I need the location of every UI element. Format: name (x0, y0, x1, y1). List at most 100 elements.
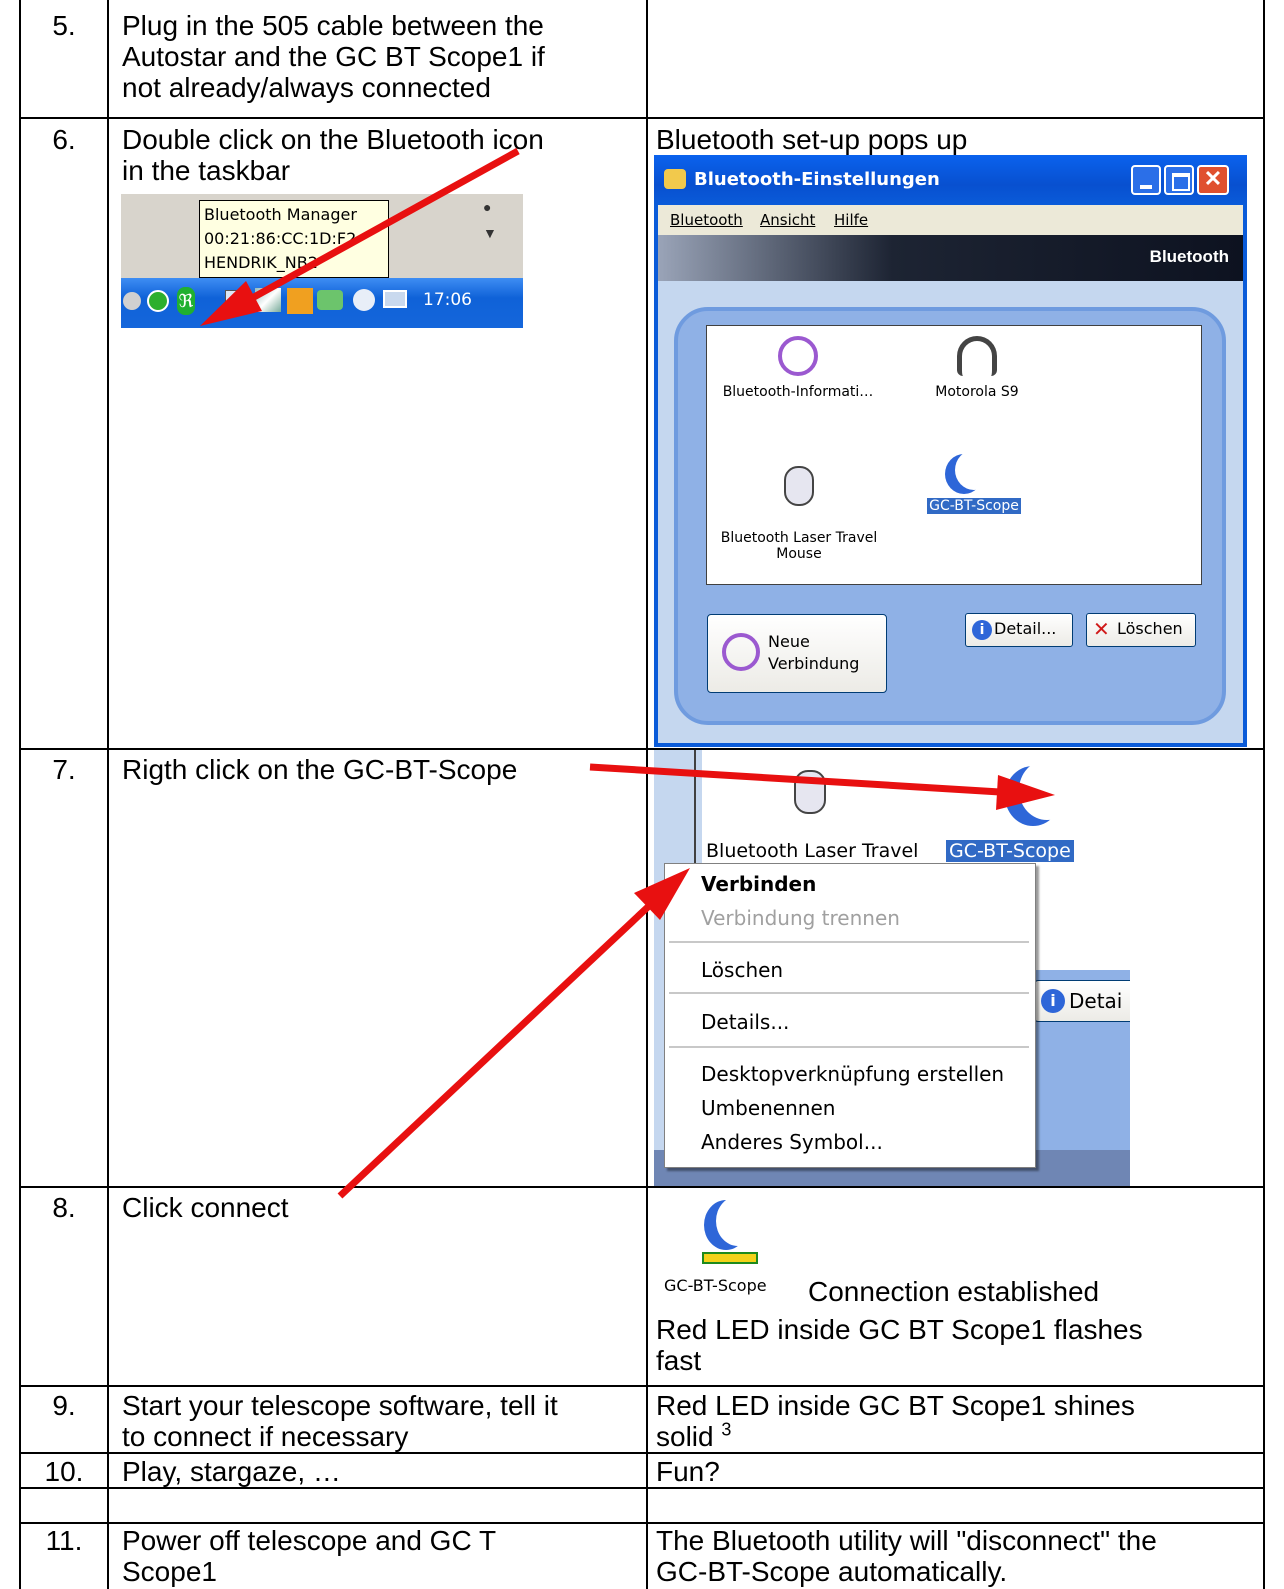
delete-button[interactable]: ✕ Löschen (1086, 613, 1196, 647)
step-number: 9. (52, 1390, 76, 1421)
info-icon: i (972, 620, 992, 640)
device-bluetooth-info[interactable]: Bluetooth-Informati… (713, 336, 883, 400)
step-result: Bluetooth set-up pops up (656, 124, 968, 155)
step-number: 11. (45, 1525, 83, 1556)
flash-icon[interactable] (287, 288, 313, 314)
device-motorola[interactable]: Motorola S9 (907, 336, 1047, 400)
tools-icon[interactable] (255, 288, 281, 312)
tooltip-line: HENDRIK_NB2 (204, 253, 318, 272)
new-connection-icon (722, 633, 760, 671)
monitor-icon[interactable] (383, 290, 407, 308)
step-instruction: Power off telescope and GC T Scope1 (122, 1525, 497, 1587)
close-button[interactable]: ✕ (1197, 165, 1229, 195)
row-divider (19, 1487, 1265, 1489)
device-label: Bluetooth-Informati… (722, 384, 874, 400)
step-number: 10. (44, 1456, 84, 1487)
row-divider (19, 117, 1265, 119)
context-menu-screenshot: Bluetooth Laser Travel GC-BT-Scope i Det… (654, 750, 1130, 1186)
mouse-icon (784, 466, 814, 506)
new-connection-button[interactable]: Neue Verbindung (707, 614, 887, 693)
menu-hilfe[interactable]: Hilfe (834, 205, 868, 235)
scroll-indicators: ● ▼ (483, 199, 497, 241)
new-connection-label: Neue Verbindung (768, 632, 860, 673)
row-divider (19, 1385, 1265, 1387)
step-number: 5. (52, 10, 76, 41)
bluetooth-info-icon (778, 336, 818, 376)
mouse-label: Bluetooth Laser Travel (706, 840, 919, 862)
tooltip: Bluetooth Manager 00:21:86:CC:1D:F2 HEND… (199, 200, 389, 278)
arrow-to-verbinden (337, 868, 690, 1199)
menu-item-umbenennen[interactable]: Umbenennen (701, 1096, 835, 1120)
step-instruction: Click connect (122, 1192, 289, 1223)
taskbar-screenshot: Bluetooth Manager 00:21:86:CC:1D:F2 HEND… (121, 194, 523, 328)
clock[interactable]: 17:06 (423, 290, 472, 310)
window-icon (664, 169, 686, 189)
bluetooth-tray-icon[interactable]: ℜ (177, 287, 195, 315)
step-number: 6. (52, 124, 76, 155)
brand-banner: Bluetooth (658, 235, 1243, 281)
scope-label: GC-BT-Scope (946, 840, 1074, 862)
headphones-icon (957, 336, 997, 376)
document-page: 5. Plug in the 505 cable between the Aut… (0, 0, 1284, 1589)
step-number: 8. (52, 1192, 76, 1223)
mouse-icon (794, 770, 826, 814)
row-divider (19, 1522, 1265, 1524)
step-result: The Bluetooth utility will "disconnect" … (656, 1525, 1157, 1587)
menu-bluetooth[interactable]: Bluetooth (670, 205, 743, 235)
connection-status: Connection established (808, 1276, 1100, 1307)
menu-separator (669, 941, 1029, 943)
delete-label: Löschen (1117, 619, 1183, 638)
globe-icon[interactable] (353, 289, 375, 311)
minimize-button[interactable] (1131, 165, 1161, 195)
row-divider (19, 1452, 1265, 1454)
step-instruction: Plug in the 505 cable between the Autost… (122, 10, 545, 103)
device-gc-bt-scope[interactable]: GC-BT-Scope (919, 450, 1029, 514)
step-instruction: Rigth click on the GC-BT-Scope (122, 754, 518, 785)
connected-scope-icon: GC-BT-Scope (654, 1192, 804, 1302)
device-label: Motorola S9 (935, 384, 1019, 400)
detail-button[interactable]: i Detail... (965, 613, 1073, 647)
menu-item-loeschen[interactable]: Löschen (701, 958, 783, 982)
table-border-left (19, 0, 21, 1589)
step-result: Fun? (656, 1456, 720, 1487)
step-instruction: Play, stargaze, … (122, 1456, 341, 1487)
menu-item-verbinden[interactable]: Verbinden (701, 872, 816, 896)
menu-ansicht[interactable]: Ansicht (760, 205, 815, 235)
moon-icon (716, 1196, 760, 1246)
content-area: Bluetooth-Informati… Motorola S9 Bluetoo… (658, 281, 1243, 743)
network-icon[interactable] (225, 290, 251, 312)
menu-item-verbindung-trennen: Verbindung trennen (701, 906, 900, 930)
menu-item-anderes-symbol[interactable]: Anderes Symbol... (701, 1130, 883, 1154)
tray-icon[interactable] (123, 292, 141, 310)
menu-item-details[interactable]: Details... (701, 1010, 789, 1034)
partial-detail-button[interactable]: i Detai (1034, 980, 1130, 1022)
detail-label: Detail... (994, 619, 1057, 638)
bluetooth-brand: Bluetooth (1149, 247, 1229, 266)
maximize-button[interactable] (1164, 165, 1194, 195)
led-status: Red LED inside GC BT Scope1 flashes fast (656, 1314, 1143, 1376)
connected-icon-label: GC-BT-Scope (664, 1276, 767, 1295)
sync-icon[interactable] (147, 290, 169, 312)
partial-detail-label: Detai (1069, 989, 1123, 1013)
menu-item-desktop-shortcut[interactable]: Desktopverknüpfung erstellen (701, 1062, 1004, 1086)
table-border-col2 (646, 0, 648, 1589)
device-list: Bluetooth-Informati… Motorola S9 Bluetoo… (706, 325, 1202, 585)
tooltip-line: Bluetooth Manager (204, 205, 357, 224)
step-result: Red LED inside GC BT Scope1 shines solid… (656, 1390, 1256, 1452)
table-border-col1 (107, 0, 109, 1589)
menu-separator (669, 1046, 1029, 1048)
window-title: Bluetooth-Einstellungen (694, 169, 940, 190)
delete-icon: ✕ (1093, 617, 1110, 641)
moon-icon (955, 450, 993, 490)
connection-plug-icon (702, 1252, 758, 1264)
bluetooth-settings-window: Bluetooth-Einstellungen ✕ Bluetooth Ansi… (654, 155, 1247, 747)
context-menu: Verbinden Verbindung trennen Löschen Det… (664, 863, 1036, 1168)
step-instruction: Start your telescope software, tell it t… (122, 1390, 558, 1452)
menu-separator (669, 992, 1029, 994)
taskbar-tray: ℜ 17:06 (121, 278, 523, 328)
display-icon[interactable] (317, 290, 343, 310)
footnote-marker: 3 (721, 1419, 732, 1440)
info-icon: i (1041, 989, 1065, 1013)
device-laser-mouse[interactable]: Bluetooth Laser Travel Mouse (709, 450, 889, 562)
menu-bar: Bluetooth Ansicht Hilfe (658, 205, 1243, 235)
